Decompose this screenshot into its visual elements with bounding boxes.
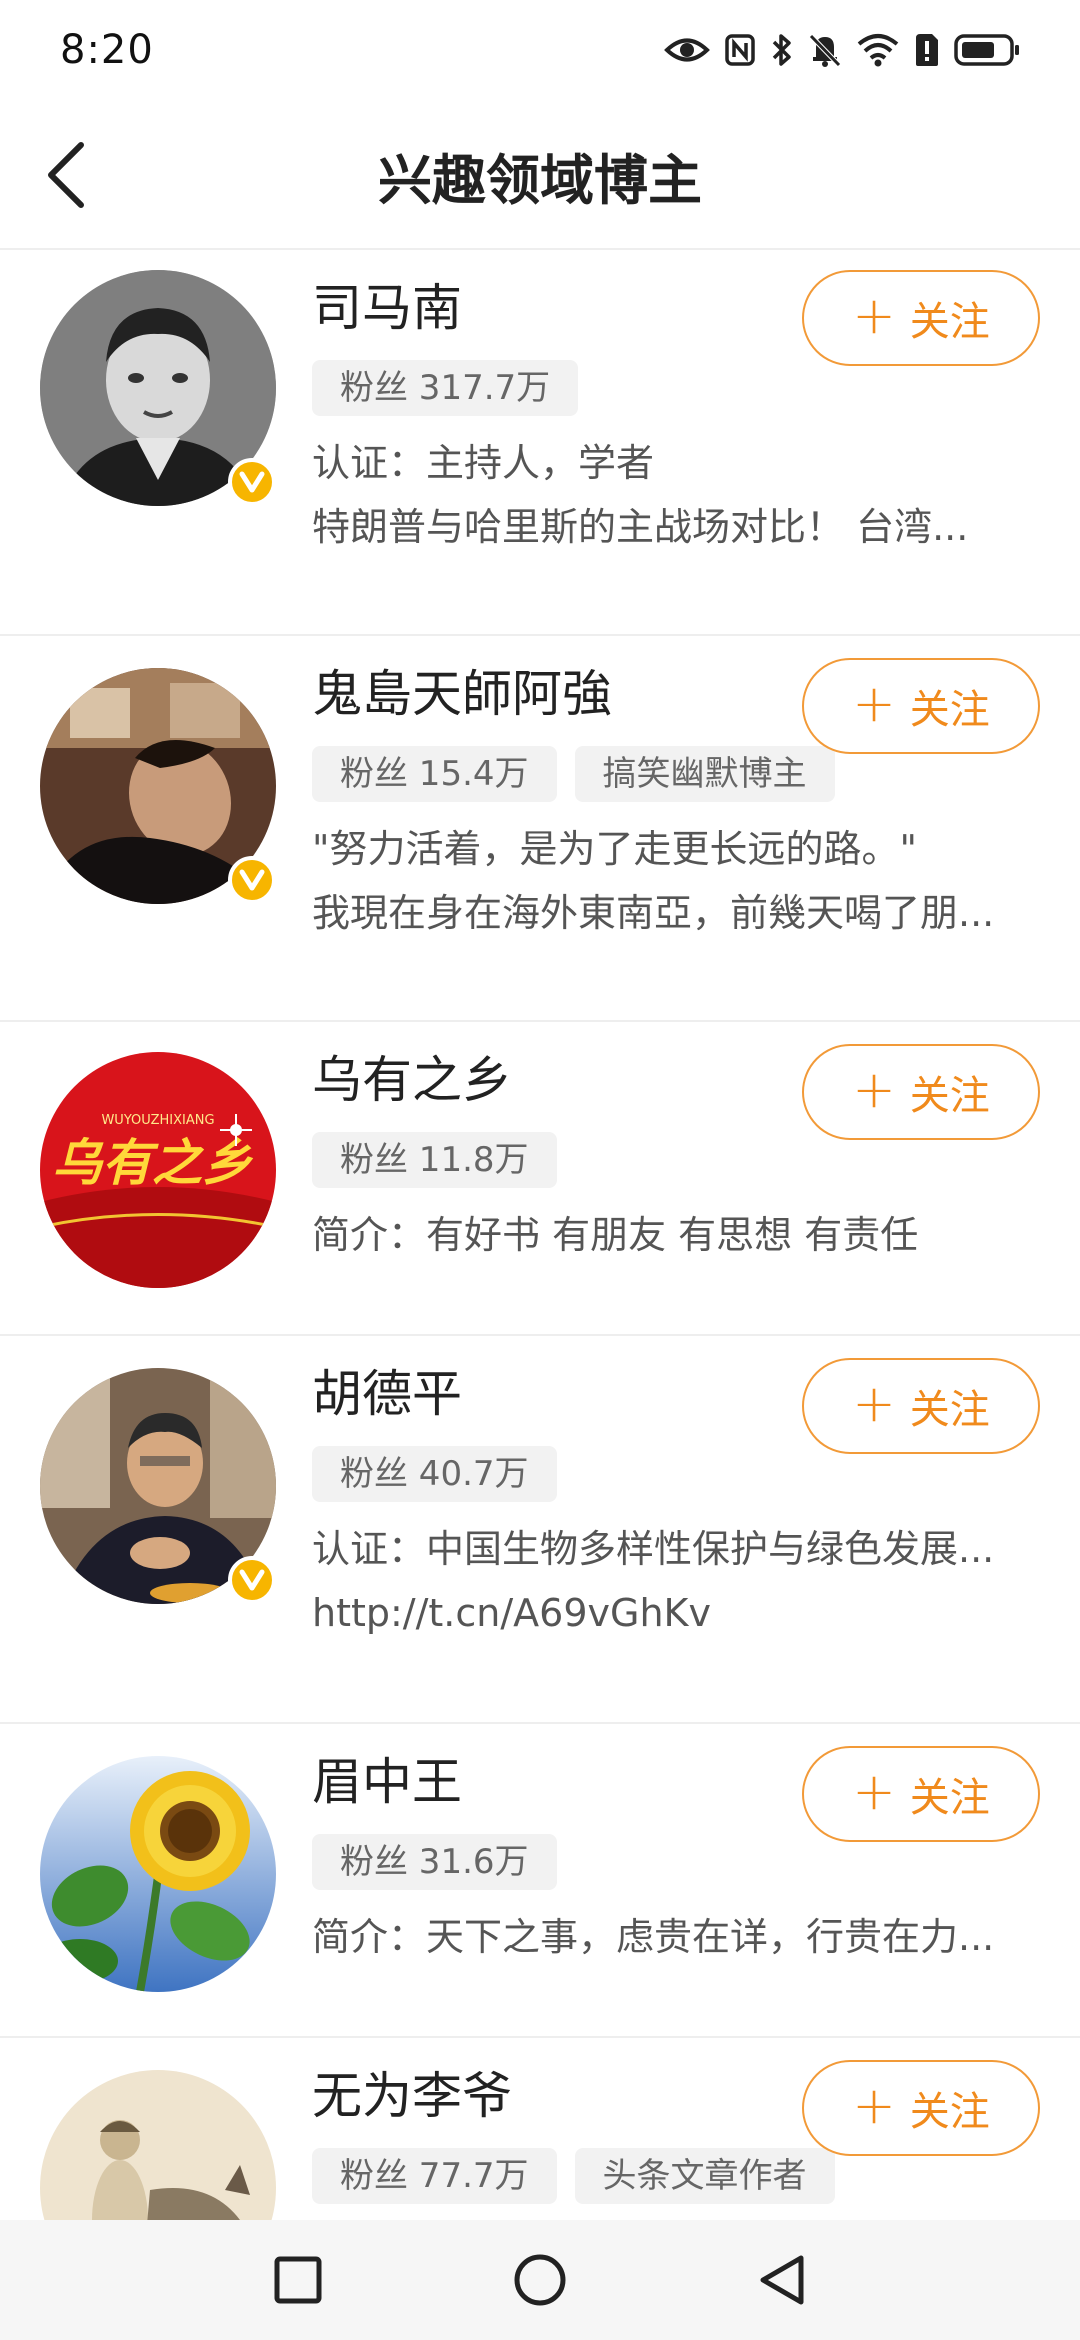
follow-label: 关注 — [909, 1387, 990, 1433]
verified-icon — [228, 458, 276, 506]
list-item[interactable]: 司马南 粉丝 317.7万 认证：主持人，学者 特朗普与哈里斯的主战场对比！ 台… — [0, 250, 1080, 636]
plus-icon: + — [852, 1060, 896, 1120]
status-icons — [664, 32, 1020, 68]
sim-alert-icon — [916, 34, 938, 66]
category-tag: 头条文章作者 — [574, 2148, 835, 2204]
follow-button[interactable]: + 关注 — [802, 2060, 1040, 2156]
list-item[interactable]: WUYOUZHIXIANG 乌有之乡 乌有之乡 粉丝 11.8万 简介：有好书 … — [0, 1022, 1080, 1336]
avatar-logo-pinyin: WUYOUZHIXIANG — [101, 1113, 214, 1128]
follow-label: 关注 — [909, 299, 990, 345]
bluetooth-icon — [772, 34, 791, 66]
plus-icon: + — [852, 286, 896, 346]
follow-button[interactable]: + 关注 — [802, 270, 1040, 366]
plus-icon: + — [852, 1762, 896, 1822]
avatar[interactable] — [40, 270, 276, 506]
follow-label: 关注 — [909, 2089, 990, 2135]
home-button[interactable] — [513, 2253, 567, 2307]
avatar-photo — [40, 2070, 276, 2220]
list-item[interactable]: 无为李爷 粉丝 77.7万 头条文章作者 + 关注 — [0, 2038, 1080, 2220]
blogger-bio: "努力活着，是为了走更长远的路。" — [312, 827, 917, 871]
blogger-list: 司马南 粉丝 317.7万 认证：主持人，学者 特朗普与哈里斯的主战场对比！ 台… — [0, 250, 1080, 2220]
avatar-photo: WUYOUZHIXIANG 乌有之乡 — [40, 1052, 276, 1288]
fans-count-tag: 粉丝 317.7万 — [312, 360, 579, 416]
blogger-certification: 认证：主持人，学者 — [312, 441, 655, 485]
bell-muted-icon — [809, 34, 841, 67]
list-item[interactable]: 胡德平 粉丝 40.7万 认证：中国生物多样性保护与绿色发展... http:/… — [0, 1336, 1080, 1724]
blogger-latest-post: 特朗普与哈里斯的主战场对比！ 台湾... — [312, 505, 969, 549]
follow-button[interactable]: + 关注 — [802, 1746, 1040, 1842]
follow-button[interactable]: + 关注 — [802, 1044, 1040, 1140]
plus-icon: + — [852, 1374, 896, 1434]
fans-count-tag: 粉丝 31.6万 — [312, 1834, 557, 1890]
avatar[interactable] — [40, 1756, 276, 1992]
list-item[interactable]: 鬼島天師阿強 粉丝 15.4万 搞笑幽默博主 "努力活着，是为了走更长远的路。"… — [0, 636, 1080, 1022]
follow-label: 关注 — [909, 687, 990, 733]
nav-bar: 兴趣领域博主 — [0, 100, 1080, 250]
plus-icon: + — [852, 2076, 896, 2136]
blogger-link[interactable]: http://t.cn/A69vGhKv — [312, 1588, 1040, 1638]
follow-label: 关注 — [909, 1775, 990, 1821]
chevron-left-icon — [48, 142, 84, 208]
recent-apps-button[interactable] — [273, 2255, 323, 2305]
avatar[interactable] — [40, 1368, 276, 1604]
list-item[interactable]: 眉中王 粉丝 31.6万 简介：天下之事，虑贵在详，行贵在力... + 关注 — [0, 1724, 1080, 2038]
follow-button[interactable]: + 关注 — [802, 658, 1040, 754]
fans-count-tag: 粉丝 11.8万 — [312, 1132, 557, 1188]
fans-count-tag: 粉丝 77.7万 — [312, 2148, 557, 2204]
follow-button[interactable]: + 关注 — [802, 1358, 1040, 1454]
category-tag: 搞笑幽默博主 — [574, 746, 835, 802]
avatar[interactable] — [40, 2070, 276, 2220]
blogger-intro: 简介：有好书 有朋友 有思想 有责任 — [312, 1213, 919, 1257]
back-nav-button[interactable] — [757, 2253, 807, 2307]
avatar-logo-text: 乌有之乡 — [52, 1134, 254, 1192]
fans-count-tag: 粉丝 40.7万 — [312, 1446, 557, 1502]
eye-icon — [664, 38, 710, 62]
nfc-icon — [725, 34, 755, 66]
system-nav-bar — [0, 2220, 1080, 2340]
avatar[interactable]: WUYOUZHIXIANG 乌有之乡 — [40, 1052, 276, 1288]
plus-icon: + — [852, 674, 896, 734]
fans-count-tag: 粉丝 15.4万 — [312, 746, 557, 802]
back-button[interactable] — [30, 140, 100, 210]
follow-label: 关注 — [909, 1073, 990, 1119]
status-time: 8:20 — [60, 27, 154, 73]
battery-icon — [954, 34, 1019, 66]
blogger-latest-post: 我現在身在海外東南亞，前幾天喝了朋... — [312, 891, 995, 935]
blogger-intro: 简介：天下之事，虑贵在详，行贵在力... — [312, 1915, 995, 1959]
wifi-icon — [857, 34, 899, 67]
page-title: 兴趣领域博主 — [378, 148, 702, 212]
avatar[interactable] — [40, 668, 276, 904]
blogger-certification: 认证：中国生物多样性保护与绿色发展... — [312, 1527, 995, 1571]
status-bar: 8:20 — [0, 0, 1080, 100]
verified-icon — [228, 1556, 276, 1604]
verified-icon — [228, 856, 276, 904]
avatar-photo — [40, 1756, 276, 1992]
